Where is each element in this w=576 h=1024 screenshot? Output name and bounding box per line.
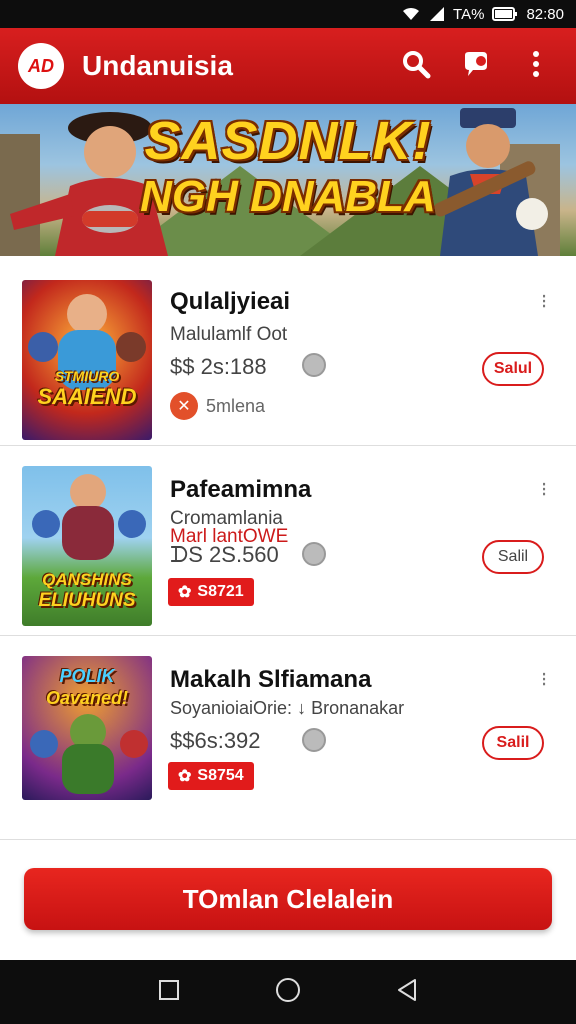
app-title: Undanuisia [82,50,233,81]
item-more-icon[interactable]: ⁝ [534,288,554,314]
coin-icon [302,353,326,377]
flower-icon: ✿ [178,584,192,601]
search-icon [401,49,431,84]
sell-button[interactable]: Salul [482,352,544,386]
game-price: $$ 2s:188 [170,354,267,379]
app-bar: AD Undanuisia [0,28,576,104]
thumbnail-title: SAAIEND [37,384,137,409]
game-tag-text: 5mlena [206,395,266,416]
list-item[interactable]: POLIK Oavaned! Makalh Slfiamana Soyanioi… [0,636,576,840]
status-bar: TA% 82:80 [0,0,576,28]
overflow-menu-button[interactable] [514,44,558,88]
status-time: 82:80 [526,5,564,23]
primary-action-button[interactable]: TOmlan Clelalein [24,868,552,930]
discount-badge: ✿ S8721 [168,578,254,606]
chat-icon [461,49,491,84]
home-icon [275,977,301,1008]
system-nav-bar [0,960,576,1024]
recents-button[interactable] [147,970,191,1014]
thumbnail-title-top: POLIK [59,666,115,686]
discount-badge: ✿ S8754 [168,762,254,790]
game-tag: ✕ 5mlena [170,392,265,420]
battery-icon [492,6,518,22]
item-more-icon[interactable]: ⁝ [534,666,554,692]
list-item[interactable]: QANSHINS ELIUHUNS Pafeamimna Cromamlania… [0,446,576,636]
thumbnail-title-top: QANSHINS [42,570,132,589]
game-thumbnail: QANSHINS ELIUHUNS [22,466,152,626]
app-logo[interactable]: AD [18,43,64,89]
game-subtitle: SoyanioiaiOrie: ↓ Bronanakar [170,698,405,718]
game-name: Pafeamimna [170,476,312,503]
coin-icon [302,728,326,752]
flame-icon: ✕ [170,392,198,420]
thumbnail-title: Oavaned! [45,688,129,708]
game-name: Makalh Slfiamana [170,666,372,693]
battery-percent: TA% [453,5,485,23]
notification-button[interactable] [454,44,498,88]
recents-icon [158,979,180,1006]
home-button[interactable] [266,970,310,1014]
item-more-icon[interactable]: ⁝ [534,476,554,502]
back-button[interactable] [385,970,429,1014]
promo-banner[interactable]: SASDNLK! NGH DNABLA [0,104,576,256]
thumbnail-title: ELIUHUNS [38,590,136,611]
thumbnail-title-top: STMIURO [54,368,120,384]
back-icon [395,978,419,1007]
game-name: Qulaljyieai [170,288,291,315]
flower-icon: ✿ [178,768,192,785]
signal-icon [429,6,445,22]
game-subtitle: Malulamlf Oot [170,324,288,345]
sell-button[interactable]: Salil [482,726,544,760]
discount-badge-text: S8721 [197,583,244,600]
banner-subheadline: NGH DNABLA [140,172,436,221]
wifi-icon [401,6,421,22]
game-thumbnail: POLIK Oavaned! [22,656,152,800]
discount-badge-text: S8754 [197,767,244,784]
game-price: ᗪS 2S.560 [170,542,279,567]
search-button[interactable] [394,44,438,88]
list-item[interactable]: STMIURO SAAIEND Qulaljyieai Malulamlf Oo… [0,256,576,446]
banner-headline: SASDNLK! [144,111,432,171]
game-thumbnail: STMIURO SAAIEND [22,280,152,440]
more-vert-icon [532,50,540,83]
coin-icon [302,542,326,566]
sell-button[interactable]: Salil [482,540,544,574]
game-price: $$6s:392 [170,728,261,753]
